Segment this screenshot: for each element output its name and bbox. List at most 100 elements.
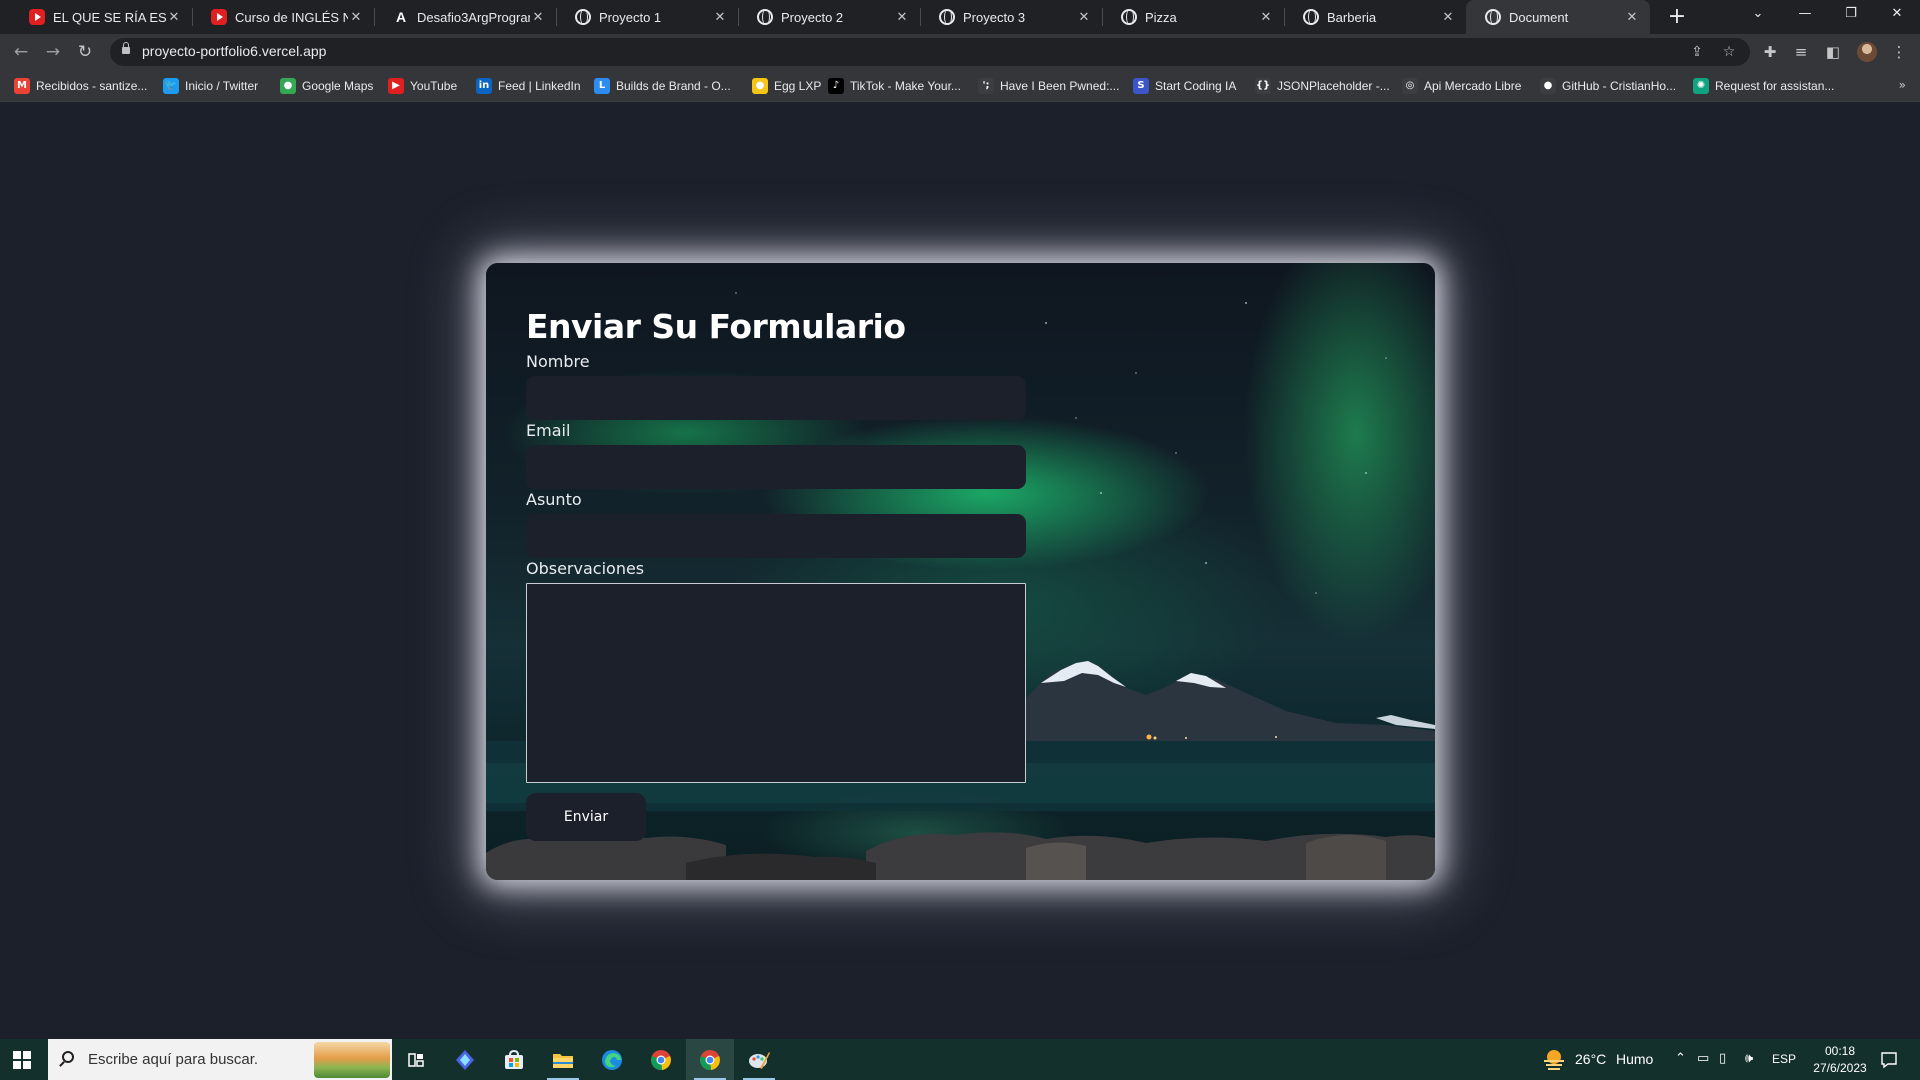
chrome-icon[interactable] [637,1039,685,1080]
side-panel-icon[interactable]: ◧ [1820,39,1846,65]
observaciones-textarea[interactable] [526,583,1026,783]
bookmark-star-icon[interactable]: ☆ [1718,41,1740,63]
reload-button[interactable]: ↻ [72,39,98,65]
bookmark-item[interactable]: ▶ YouTube [388,70,457,102]
email-input[interactable] [526,445,1026,489]
bookmark-item[interactable]: ● Google Maps [280,70,373,102]
show-hidden-icons-icon[interactable]: ⌃ [1675,1051,1686,1066]
tab-title[interactable]: Proyecto 3 [963,10,1076,25]
share-icon[interactable]: ⇪ [1686,41,1708,63]
file-explorer-icon[interactable] [539,1039,587,1080]
bookmark-item[interactable]: M Recibidos - santize... [14,70,147,102]
meet-now-icon[interactable]: ▭ [1697,1051,1709,1066]
clock-time[interactable]: 00:18 [1820,1044,1860,1058]
bookmark-item[interactable]: 🐦 Inicio / Twitter [163,70,258,102]
bookmark-item[interactable]: ● GitHub - CristianHo... [1540,70,1676,102]
bookmark-item[interactable]: {} JSONPlaceholder -... [1255,70,1390,102]
browser-tab[interactable]: Proyecto 2 ✕ [738,0,920,34]
address-bar[interactable]: proyecto-portfolio6.vercel.app ⇪ ☆ [110,38,1750,66]
browser-tab[interactable]: Document ✕ [1466,0,1650,34]
task-view-icon[interactable] [392,1039,440,1080]
browser-tab[interactable]: Curso de INGLÉS Nivel✕ [192,0,374,34]
tab-title[interactable]: Proyecto 1 [599,10,712,25]
tab-title[interactable]: Desafio3ArgProgramas [417,10,530,25]
tab-title[interactable]: EL QUE SE RÍA ES RACISTA [53,10,166,25]
bookmark-label[interactable]: GitHub - CristianHo... [1562,79,1676,93]
bookmark-label[interactable]: Feed | LinkedIn [498,79,581,93]
bookmark-label[interactable]: YouTube [410,79,457,93]
tab-close-icon[interactable]: ✕ [1076,10,1092,25]
bookmark-item[interactable]: L Builds de Brand - O... [594,70,731,102]
bookmark-item[interactable]: in Feed | LinkedIn [476,70,581,102]
url-text[interactable]: proyecto-portfolio6.vercel.app [142,43,326,59]
weather-temperature[interactable]: 26°C [1575,1051,1606,1067]
profile-avatar[interactable] [1857,42,1877,62]
paint-icon[interactable] [735,1039,783,1080]
weather-description[interactable]: Humo [1616,1051,1653,1067]
bookmark-label[interactable]: Google Maps [302,79,373,93]
network-icon[interactable]: ▯ [1719,1051,1726,1066]
search-placeholder[interactable]: Escribe aquí para buscar. [88,1051,258,1068]
bookmark-label[interactable]: Request for assistan... [1715,79,1834,93]
bookmark-label[interactable]: Egg LXP [774,79,821,93]
new-tab-button[interactable]: + [1664,4,1690,30]
enviar-button[interactable]: Enviar [526,793,646,841]
bookmark-item[interactable]: ● Egg LXP [752,70,821,102]
browser-tab[interactable]: Pizza ✕ [1102,0,1284,34]
search-highlight-image[interactable] [314,1042,390,1078]
tab-title[interactable]: Document [1509,10,1624,25]
bookmark-label[interactable]: Builds de Brand - O... [616,79,731,93]
tab-close-icon[interactable]: ✕ [1624,10,1640,25]
bookmark-item[interactable]: ♪ TikTok - Make Your... [828,70,961,102]
bookmark-label[interactable]: JSONPlaceholder -... [1277,79,1390,93]
lock-icon[interactable] [122,42,130,54]
copilot-icon[interactable] [441,1039,489,1080]
bookmark-label[interactable]: TikTok - Make Your... [850,79,961,93]
bookmark-item[interactable]: '; Have I Been Pwned:... [978,70,1119,102]
menu-kebab-icon[interactable]: ⋮ [1886,39,1912,65]
bookmark-item[interactable]: ◎ Api Mercado Libre [1402,70,1521,102]
tab-close-icon[interactable]: ✕ [712,10,728,25]
close-window-button[interactable]: ✕ [1874,0,1920,30]
taskbar-search[interactable]: Escribe aquí para buscar. [48,1039,392,1080]
bookmark-label[interactable]: Inicio / Twitter [185,79,258,93]
tab-title[interactable]: Proyecto 2 [781,10,894,25]
tab-title[interactable]: Barberia [1327,10,1440,25]
tab-close-icon[interactable]: ✕ [166,10,182,25]
clock-date[interactable]: 27/6/2023 [1808,1061,1872,1075]
input-language[interactable]: ESP [1772,1052,1796,1066]
tab-title[interactable]: Curso de INGLÉS Nivel [235,10,348,25]
tab-close-icon[interactable]: ✕ [530,10,546,25]
bookmark-item[interactable]: S Start Coding IA [1133,70,1236,102]
weather-haze-icon[interactable] [1542,1048,1566,1070]
forward-button[interactable]: → [40,39,66,65]
tab-close-icon[interactable]: ✕ [348,10,364,25]
notifications-icon[interactable] [1880,1051,1898,1069]
tab-close-icon[interactable]: ✕ [1440,10,1456,25]
tab-close-icon[interactable]: ✕ [1258,10,1274,25]
browser-tab[interactable]: Proyecto 3 ✕ [920,0,1102,34]
tab-title[interactable]: Pizza [1145,10,1258,25]
nombre-input[interactable] [526,376,1026,420]
bookmark-label[interactable]: Recibidos - santize... [36,79,147,93]
browser-tab[interactable]: Proyecto 1 ✕ [556,0,738,34]
back-button[interactable]: ← [8,39,34,65]
tab-close-icon[interactable]: ✕ [894,10,910,25]
tab-search-icon[interactable]: ⌄ [1735,0,1781,30]
bookmark-label[interactable]: Api Mercado Libre [1424,79,1521,93]
bookmark-label[interactable]: Start Coding IA [1155,79,1236,93]
asunto-input[interactable] [526,514,1026,558]
minimize-button[interactable]: — [1782,0,1828,30]
browser-tab[interactable]: A Desafio3ArgProgramas✕ [374,0,556,34]
extensions-icon[interactable]: ✚ [1757,39,1783,65]
bookmark-label[interactable]: Have I Been Pwned:... [1000,79,1119,93]
restore-button[interactable]: ❐ [1828,0,1874,30]
browser-tab[interactable]: EL QUE SE RÍA ES RACISTA✕ [10,0,192,34]
bookmark-item[interactable]: ✺ Request for assistan... [1693,70,1834,102]
more-bookmarks-icon[interactable]: » [1899,78,1906,92]
store-icon[interactable] [490,1039,538,1080]
volume-icon[interactable]: 🕪 [1745,1051,1753,1066]
edge-icon[interactable] [588,1039,636,1080]
browser-tab[interactable]: Barberia ✕ [1284,0,1466,34]
windows-start-icon[interactable] [13,1051,31,1069]
